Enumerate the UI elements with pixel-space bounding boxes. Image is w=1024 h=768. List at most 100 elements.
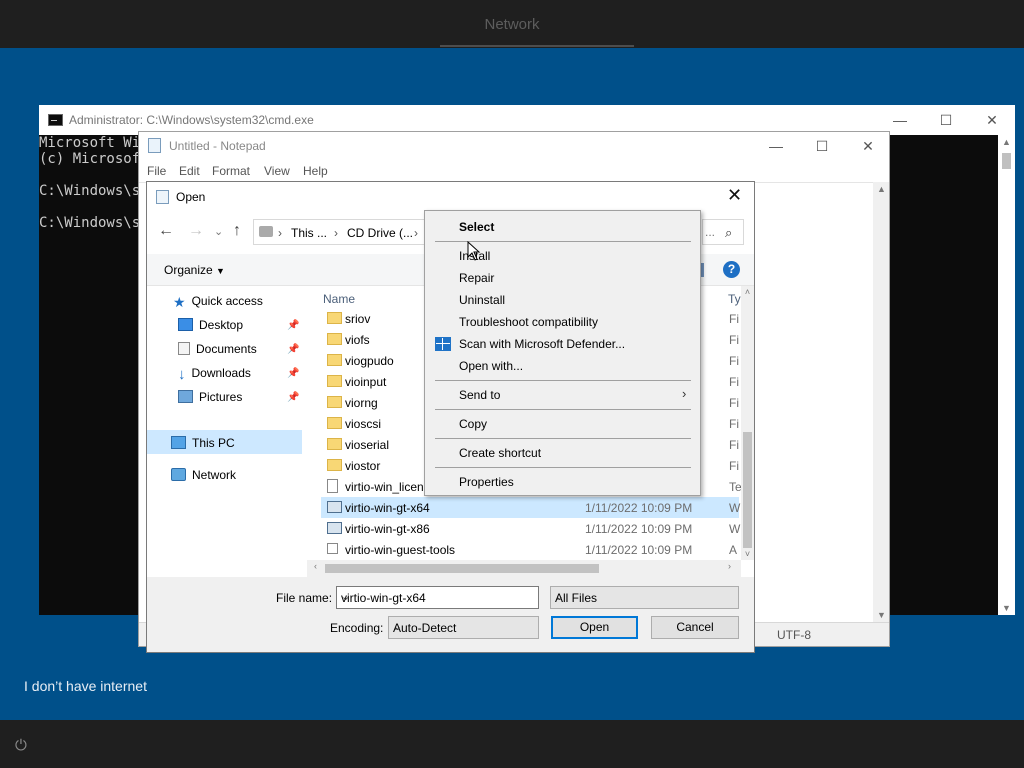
menu-item-create-shortcut[interactable]: Create shortcut (459, 446, 541, 460)
forward-arrow-icon[interactable]: → (188, 222, 204, 240)
menu-item-scan-defender[interactable]: Scan with Microsoft Defender... (459, 337, 625, 351)
menu-item-copy[interactable]: Copy (459, 417, 487, 431)
mouse-pointer-icon (467, 241, 481, 261)
folder-icon (327, 375, 342, 387)
menu-item-properties[interactable]: Properties (459, 475, 514, 489)
menu-item-uninstall[interactable]: Uninstall (459, 293, 505, 307)
oobe-header: Network (0, 0, 1024, 48)
nav-item-network[interactable]: Network (171, 468, 236, 490)
file-row[interactable]: virtio-win-guest-tools 1/11/2022 10:09 PM… (321, 539, 739, 560)
file-type: Fi (729, 459, 739, 473)
file-name: vioscsi (345, 417, 382, 431)
file-type: Fi (729, 312, 739, 326)
nav-item-downloads[interactable]: ↓ Downloads (178, 366, 251, 388)
nav-label: Network (192, 468, 237, 482)
breadcrumb-this-pc[interactable]: This ... (291, 226, 327, 240)
file-row[interactable]: virtio-win-gt-x86 1/11/2022 10:09 PM W (321, 518, 740, 539)
nav-item-desktop[interactable]: Desktop (178, 318, 243, 340)
star-icon: ★ (173, 294, 186, 310)
menu-format[interactable]: Format (212, 164, 250, 178)
file-name-input[interactable]: virtio-win-gt-x64 ⌄ (336, 586, 539, 609)
scroll-up-icon[interactable]: ˄ (739, 287, 756, 297)
nav-item-quick-access[interactable]: ★ Quick access (173, 294, 263, 316)
nav-item-documents[interactable]: Documents (178, 342, 257, 364)
chevron-right-icon: › (278, 226, 282, 240)
encoding-select[interactable]: Auto-Detect ⌄ (388, 616, 539, 639)
scroll-down-icon[interactable]: ▼ (873, 610, 890, 620)
file-date: 1/11/2022 10:09 PM (585, 522, 693, 536)
nav-item-pictures[interactable]: Pictures (178, 390, 242, 412)
scrollbar-thumb[interactable] (1002, 153, 1011, 169)
file-type: Fi (729, 333, 739, 347)
file-list-horizontal-scrollbar[interactable]: ‹ › (307, 560, 741, 577)
nav-label: Desktop (199, 318, 244, 332)
file-name: viostor (345, 459, 381, 473)
column-header-name[interactable]: Name (323, 292, 355, 306)
file-type: W (729, 501, 741, 515)
nav-item-this-pc[interactable]: This PC (171, 436, 235, 458)
back-arrow-icon[interactable]: ← (158, 222, 174, 240)
pin-icon: 📌 (287, 320, 300, 331)
cmd-line (39, 167, 149, 183)
menu-separator (435, 467, 691, 468)
minimize-button[interactable]: — (753, 132, 799, 160)
close-icon[interactable]: ✕ (727, 185, 742, 206)
menu-item-repair[interactable]: Repair (459, 271, 494, 285)
file-type-filter[interactable]: All Files ⌄ (550, 586, 739, 609)
file-name: virtio-win-gt-x64 (345, 501, 430, 515)
cd-drive-icon (259, 226, 273, 237)
menu-help[interactable]: Help (303, 164, 328, 178)
organize-button[interactable]: Organize ▼ (164, 263, 225, 277)
title-underline (440, 45, 634, 47)
scroll-right-icon[interactable]: › (721, 561, 738, 571)
chevron-down-icon: ⌄ (393, 621, 403, 633)
file-list-scrollbar[interactable]: ˄ ˅ (741, 286, 754, 560)
file-name: vioinput (345, 375, 387, 389)
scroll-up-icon[interactable]: ▲ (998, 137, 1015, 147)
maximize-button[interactable]: ☐ (923, 105, 969, 135)
scrollbar-thumb[interactable] (325, 564, 599, 573)
menu-item-select[interactable]: Select (459, 220, 494, 234)
pictures-icon (178, 390, 193, 403)
address-bar[interactable]: › This ... › CD Drive (... › (253, 219, 425, 245)
cmd-scrollbar[interactable]: ▲ ▼ (998, 135, 1015, 615)
file-row-selected[interactable]: virtio-win-gt-x64 1/11/2022 10:09 PM W (321, 497, 741, 518)
cancel-button[interactable]: Cancel (651, 616, 739, 639)
folder-icon (327, 396, 342, 408)
desktop-icon (178, 318, 193, 331)
no-internet-link[interactable]: I don’t have internet (24, 678, 147, 694)
recent-locations-chevron-icon[interactable]: ⌄ (214, 225, 223, 238)
application-icon (327, 543, 338, 554)
maximize-button[interactable]: ☐ (799, 132, 845, 160)
dialog-title-bar[interactable]: Open ✕ (147, 182, 754, 212)
close-button[interactable]: ✕ (969, 105, 1015, 135)
menu-edit[interactable]: Edit (179, 164, 200, 178)
chevron-down-icon[interactable]: ⌄ (341, 590, 534, 603)
search-icon[interactable]: ⌕ (725, 225, 732, 241)
accessibility-icon[interactable]: ⏻ (15, 737, 33, 755)
menu-item-send-to[interactable]: Send to (459, 388, 500, 402)
up-arrow-icon[interactable]: ↑ (233, 222, 241, 240)
breadcrumb-cd-drive[interactable]: CD Drive (... (347, 226, 413, 240)
file-date: 1/11/2022 10:09 PM (585, 501, 693, 515)
scroll-up-icon[interactable]: ▲ (873, 184, 890, 194)
scroll-down-icon[interactable]: ▼ (998, 603, 1015, 613)
notepad-title-bar[interactable]: Untitled - Notepad — ☐ ✕ (139, 132, 889, 160)
pin-icon: 📌 (287, 392, 300, 403)
file-type: Fi (729, 354, 739, 368)
close-button[interactable]: ✕ (845, 132, 891, 160)
menu-item-open-with[interactable]: Open with... (459, 359, 523, 373)
scroll-left-icon[interactable]: ‹ (307, 561, 324, 571)
search-box[interactable]: ... ⌕ (702, 219, 744, 245)
menu-view[interactable]: View (264, 164, 290, 178)
scrollbar-thumb[interactable] (743, 432, 752, 548)
menu-item-troubleshoot[interactable]: Troubleshoot compatibility (459, 315, 598, 329)
file-type: Fi (729, 375, 739, 389)
chevron-down-icon: ⌄ (555, 591, 565, 603)
scroll-down-icon[interactable]: ˅ (739, 549, 756, 559)
notepad-scrollbar[interactable]: ▲ ▼ (873, 182, 889, 622)
open-button[interactable]: Open (551, 616, 638, 639)
help-icon[interactable]: ? (723, 261, 740, 278)
folder-icon (327, 438, 342, 450)
menu-file[interactable]: File (147, 164, 166, 178)
